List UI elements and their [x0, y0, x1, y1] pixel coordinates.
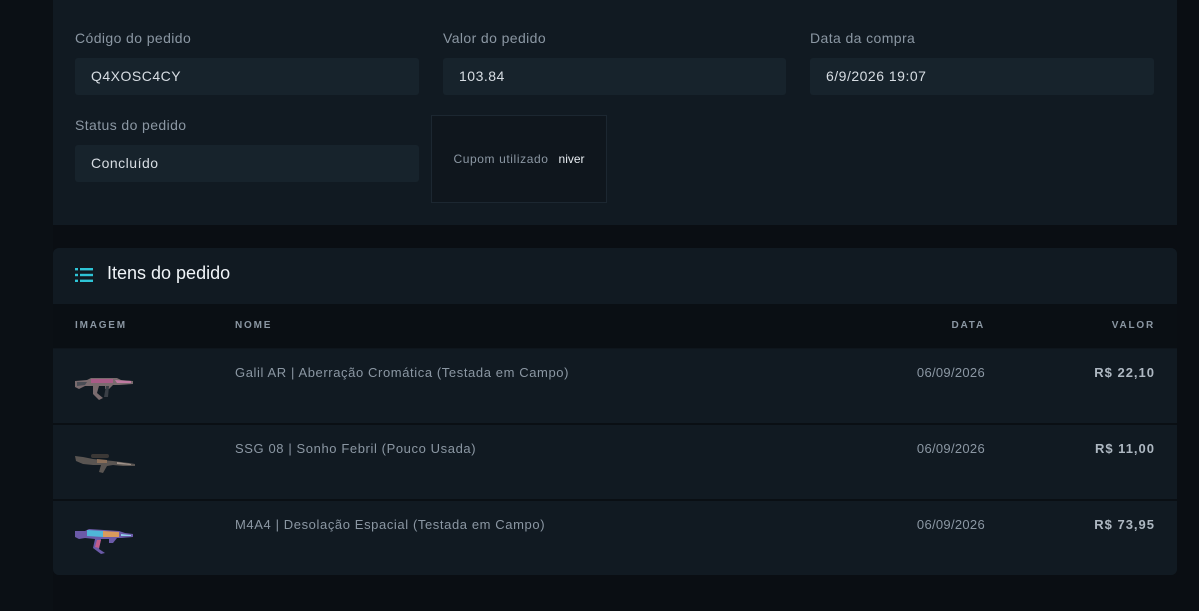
rifle-m4a4-icon: [75, 529, 133, 554]
column-header-value: VALOR: [1111, 320, 1155, 331]
item-price: R$ 11,00: [1094, 441, 1155, 456]
order-status-field[interactable]: Concluído: [75, 145, 419, 182]
coupon-box: Cupom utilizado niver: [431, 115, 607, 203]
column-header-image: IMAGEM: [75, 320, 127, 331]
item-name: M4A4 | Desolação Espacial (Testada em Ca…: [235, 517, 546, 532]
order-code-label: Código do pedido: [75, 30, 192, 46]
order-status-label: Status do pedido: [75, 117, 187, 133]
item-date: 06/09/2026: [916, 517, 985, 532]
coupon-value: niver: [558, 152, 585, 166]
coupon-label: Cupom utilizado: [453, 152, 549, 166]
item-price: R$ 22,10: [1094, 365, 1155, 380]
rifle-ssg08-icon: [75, 454, 135, 473]
column-header-name: NOME: [235, 320, 273, 331]
item-date: 06/09/2026: [916, 441, 985, 456]
order-details-card: Código do pedido Q4XOSC4CY Valor do pedi…: [53, 0, 1177, 225]
item-name: SSG 08 | Sonho Febril (Pouco Usada): [235, 441, 477, 456]
order-items-card: Itens do pedido IMAGEM NOME DATA VALOR G…: [53, 248, 1177, 575]
order-code-field[interactable]: Q4XOSC4CY: [75, 58, 419, 95]
table-header: IMAGEM NOME DATA VALOR: [53, 304, 1177, 348]
order-value-field[interactable]: 103.84: [443, 58, 786, 95]
items-title: Itens do pedido: [107, 263, 231, 283]
purchase-date-field[interactable]: 6/9/2026 19:07: [810, 58, 1154, 95]
table-row[interactable]: SSG 08 | Sonho Febril (Pouco Usada) 06/0…: [53, 425, 1177, 499]
items-header: Itens do pedido: [53, 248, 1177, 304]
item-price: R$ 73,95: [1094, 517, 1155, 532]
item-name: Galil AR | Aberração Cromática (Testada …: [235, 365, 570, 380]
table-row[interactable]: M4A4 | Desolação Espacial (Testada em Ca…: [53, 501, 1177, 575]
table-row[interactable]: Galil AR | Aberração Cromática (Testada …: [53, 349, 1177, 423]
rifle-galil-icon: [75, 378, 133, 400]
left-rail: [0, 0, 53, 611]
list-icon: [75, 268, 93, 282]
column-header-date: DATA: [951, 320, 985, 331]
purchase-date-label: Data da compra: [810, 30, 916, 46]
order-value-label: Valor do pedido: [443, 30, 547, 46]
item-date: 06/09/2026: [916, 365, 985, 380]
